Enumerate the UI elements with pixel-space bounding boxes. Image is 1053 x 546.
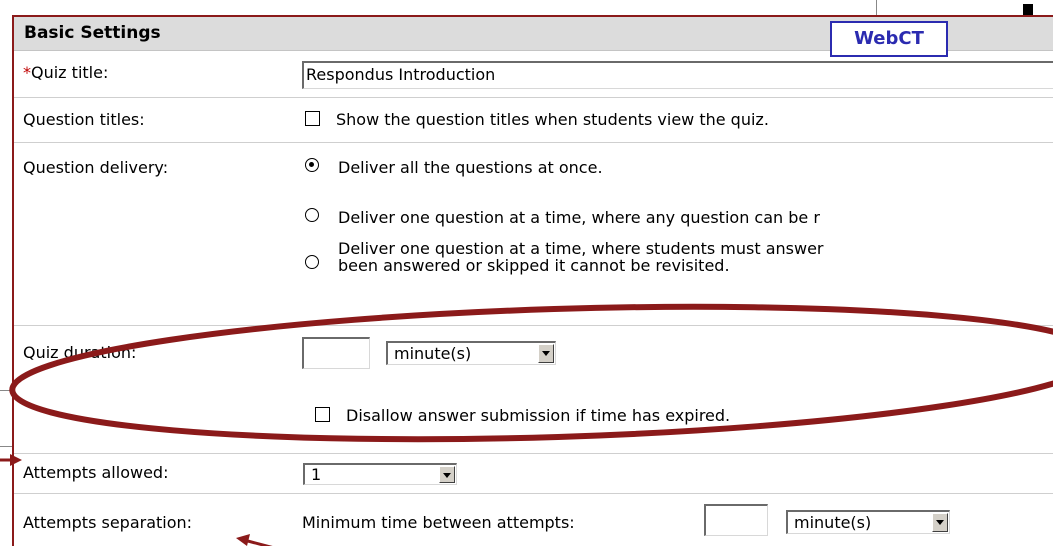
delivery-one-any-radio[interactable]	[305, 208, 319, 222]
delivery-one-any-text: Deliver one question at a time, where an…	[338, 208, 820, 227]
attempts-allowed-value: 1	[311, 465, 322, 484]
question-titles-row: Question titles: Show the question title…	[14, 97, 1053, 143]
attempts-separation-input[interactable]	[704, 504, 768, 536]
basic-settings-panel: Basic Settings *Quiz title: Respondus In…	[12, 15, 1053, 546]
attempts-separation-prompt: Minimum time between attempts:	[302, 513, 575, 532]
quiz-duration-label: Quiz duration:	[23, 343, 137, 362]
attempts-allowed-row: Attempts allowed: 1	[14, 453, 1053, 494]
quiz-duration-unit-value: minute(s)	[394, 344, 472, 363]
question-titles-option: Show the question titles when students v…	[336, 110, 769, 129]
question-delivery-row: Question delivery: Deliver all the quest…	[14, 142, 1053, 326]
disallow-submission-checkbox[interactable]	[315, 407, 330, 422]
quiz-title-input[interactable]: Respondus Introduction	[302, 61, 1053, 89]
quiz-title-label-text: Quiz title:	[31, 63, 109, 82]
disallow-submission-text: Disallow answer submission if time has e…	[346, 406, 731, 425]
question-titles-label: Question titles:	[23, 110, 145, 129]
chevron-down-icon[interactable]	[932, 513, 948, 532]
background-window-edge-left-2	[0, 440, 12, 447]
question-delivery-label: Question delivery:	[23, 158, 169, 177]
question-titles-checkbox[interactable]	[305, 111, 320, 126]
quiz-title-label: *Quiz title:	[23, 63, 108, 82]
quiz-title-row: *Quiz title: Respondus Introduction	[14, 50, 1053, 98]
quiz-duration-input[interactable]	[302, 337, 370, 369]
quiz-duration-row: Quiz duration: minute(s) Disallow answer…	[14, 325, 1053, 454]
delivery-all-text: Deliver all the questions at once.	[338, 158, 603, 177]
delivery-one-sequential-text-2: been answered or skipped it cannot be re…	[338, 256, 730, 275]
delivery-all-radio[interactable]	[305, 158, 319, 172]
attempts-separation-unit-value: minute(s)	[794, 513, 872, 532]
quiz-duration-unit-select[interactable]: minute(s)	[386, 341, 556, 365]
attempts-separation-unit-select[interactable]: minute(s)	[786, 510, 950, 534]
webct-badge: WebCT	[830, 21, 948, 57]
delivery-one-sequential-radio[interactable]	[305, 255, 319, 269]
panel-title: Basic Settings	[24, 23, 161, 43]
chevron-down-icon[interactable]	[439, 466, 455, 483]
attempts-separation-row: Attempts separation: Minimum time betwee…	[14, 493, 1053, 546]
attempts-allowed-select[interactable]: 1	[303, 463, 457, 485]
attempts-separation-label: Attempts separation:	[23, 513, 193, 532]
background-window-edge-left	[0, 382, 12, 391]
chevron-down-icon[interactable]	[538, 344, 554, 363]
attempts-allowed-label: Attempts allowed:	[23, 463, 169, 482]
required-marker: *	[23, 63, 31, 82]
